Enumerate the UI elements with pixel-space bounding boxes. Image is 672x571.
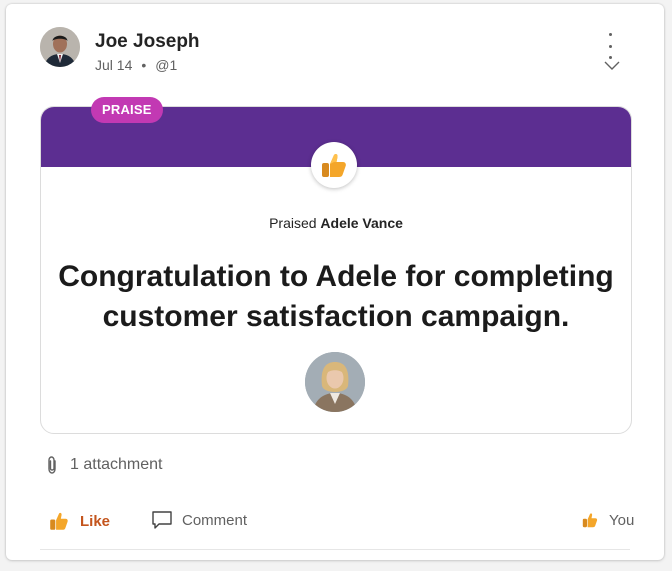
paperclip-icon: [48, 456, 56, 474]
praise-message-line1: Congratulation to Adele for completing: [58, 260, 614, 293]
post-mention[interactable]: @1: [155, 57, 177, 73]
post-date: Jul 14: [95, 57, 133, 73]
praise-card: Praised Adele Vance Congratulation to Ad…: [40, 106, 632, 434]
comment-label: Comment: [182, 511, 248, 529]
praised-line: Praised Adele Vance: [41, 215, 631, 231]
more-options-icon[interactable]: [603, 33, 617, 59]
praised-prefix: Praised: [269, 215, 317, 231]
thumbs-up-icon: [311, 142, 357, 188]
like-button[interactable]: Like: [48, 510, 110, 532]
thumbs-up-icon: [50, 512, 68, 530]
comment-icon: [152, 511, 172, 529]
comment-button[interactable]: Comment: [151, 510, 247, 530]
like-label: Like: [80, 512, 111, 530]
author-avatar[interactable]: [40, 27, 80, 67]
praise-message: Congratulation to Adele for completing c…: [41, 257, 631, 337]
meta-separator: •: [141, 57, 147, 73]
divider: [40, 549, 630, 550]
post-meta: Jul 14 • @1: [95, 57, 177, 73]
recipient-avatar[interactable]: [305, 352, 365, 412]
reaction-summary[interactable]: You: [581, 511, 634, 529]
author-name[interactable]: Joe Joseph: [95, 31, 200, 53]
praise-badge: PRAISE: [91, 97, 163, 123]
post-card: Joe Joseph Jul 14 • @1 PRAISE Praised Adel…: [6, 4, 664, 560]
praised-recipient[interactable]: Adele Vance: [320, 215, 403, 231]
attachment-label: 1 attachment: [70, 456, 163, 473]
reaction-by-label: You: [609, 511, 635, 529]
attachment-link[interactable]: 1 attachment: [46, 456, 163, 474]
post-actions: Like Comment You: [6, 507, 664, 537]
chevron-down-icon[interactable]: [603, 58, 621, 72]
thumbs-up-icon: [582, 513, 598, 528]
praise-message-line2: customer satisfaction campaign.: [102, 300, 570, 333]
